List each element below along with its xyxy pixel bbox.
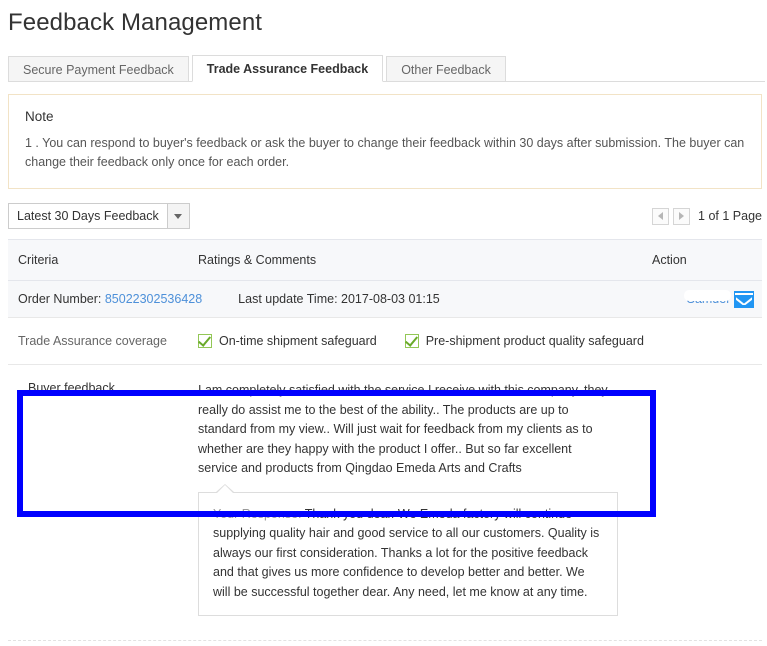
column-header-criteria: Criteria [18,253,59,267]
coverage-item-label: Pre-shipment product quality safeguard [425,334,644,348]
note-title: Note [25,109,54,124]
envelope-icon[interactable] [734,290,754,308]
seller-response-label: Your Response: [213,506,302,521]
tab-secure-payment-feedback[interactable]: Secure Payment Feedback [8,56,189,82]
tab-trade-assurance-feedback[interactable]: Trade Assurance Feedback [191,55,384,82]
feedback-table: Criteria Ratings & Comments Action Order… [8,239,762,616]
order-number-link[interactable]: 85022302536428 [105,292,202,306]
coverage-label: Trade Assurance coverage [18,334,167,348]
feedback-period-value: Latest 30 Days Feedback [17,209,159,223]
coverage-item-label: On-time shipment safeguard [219,334,377,348]
seller-response-bubble: Your Response: Thank you dear. We Emeda … [198,483,618,616]
triangle-right-icon [679,212,685,220]
order-action-group: Samuel [683,281,754,317]
contact-buyer-link[interactable]: Samuel [683,290,732,306]
seller-response-box: Your Response: Thank you dear. We Emeda … [198,491,618,616]
buyer-feedback-label: Buyer feedback [28,381,115,395]
order-summary-row: Order Number: 85022302536428 Last update… [8,281,762,318]
feedback-period-select[interactable]: Latest 30 Days Feedback [8,203,190,229]
column-header-action: Action [652,253,687,267]
column-header-ratings: Ratings & Comments [198,253,317,267]
next-page-button[interactable] [673,207,691,225]
triangle-left-icon [658,212,664,220]
prev-page-button[interactable] [652,207,670,225]
buyer-feedback-text: I am completely satisfied with the servi… [198,383,608,475]
checkmark-icon [404,334,419,348]
table-header-row: Criteria Ratings & Comments Action [8,240,762,281]
tab-bar: Secure Payment Feedback Trade Assurance … [0,54,767,82]
last-update-value: 2017-08-03 01:15 [341,292,440,306]
last-update-group: Last update Time: 2017-08-03 01:15 [238,292,440,306]
pagination: 1 of 1 Page [652,207,762,225]
bottom-divider [8,640,762,641]
note-text: 1 . You can respond to buyer's feedback … [25,136,745,169]
order-number-label: Order Number: [18,292,102,306]
last-update-label: Last update Time: [238,292,338,306]
page-title: Feedback Management [8,9,263,36]
tab-other-feedback[interactable]: Other Feedback [386,56,506,82]
order-number-group: Order Number: 85022302536428 [8,292,202,306]
trade-assurance-coverage-row: Trade Assurance coverage On-time shipmen… [8,318,762,365]
note-box: Note 1 . You can respond to buyer's feed… [8,94,762,189]
coverage-item-on-time-shipment: On-time shipment safeguard [198,334,377,348]
buyer-feedback-row: Buyer feedback I am completely satisfied… [8,365,762,616]
filter-row: Latest 30 Days Feedback 1 of 1 Page [8,203,762,229]
chevron-down-icon [166,204,189,228]
page-indicator: 1 of 1 Page [698,209,762,223]
coverage-item-pre-shipment-quality: Pre-shipment product quality safeguard [404,334,644,348]
checkmark-icon [198,334,212,348]
